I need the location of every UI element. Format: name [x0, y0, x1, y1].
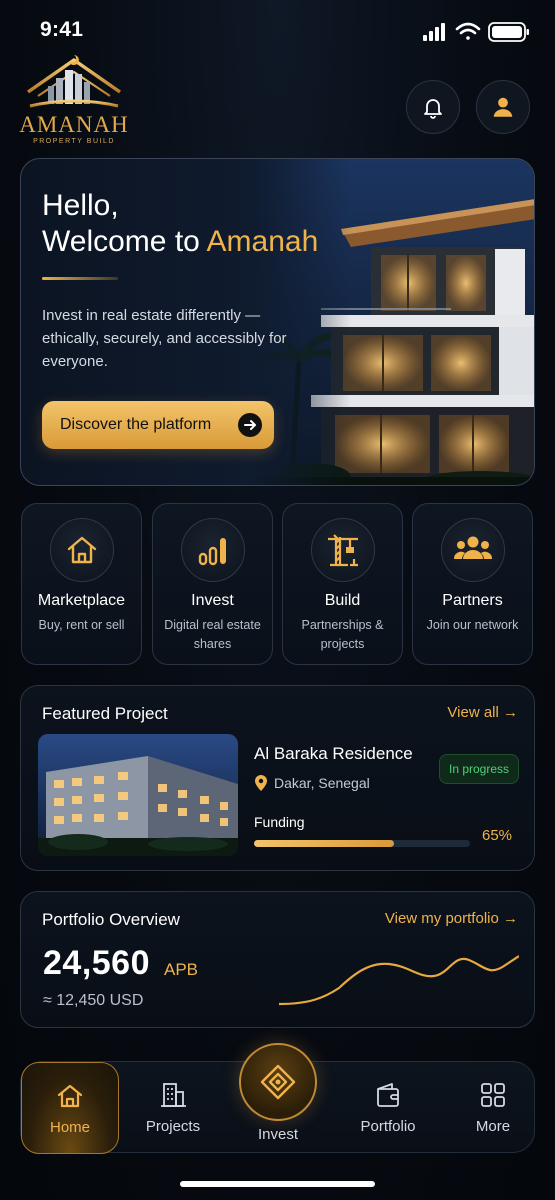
funding-progress-fill: [254, 840, 395, 847]
brand-logo[interactable]: AMANAH PROPERTY BUILD: [16, 52, 132, 148]
marketplace-title: Marketplace: [37, 592, 126, 609]
portfolio-heading: Portfolio Overview: [42, 910, 180, 929]
brand-name: AMANAH: [19, 112, 129, 137]
project-name: Al Baraka Residence: [254, 744, 413, 763]
house-icon: [50, 518, 114, 582]
build-card[interactable]: Build Partnerships & projects: [282, 503, 403, 665]
portfolio-usd: ≈ 12,450 USD: [43, 992, 144, 1009]
portfolio-value: 24,560: [43, 944, 150, 982]
location-pin-icon: [255, 775, 267, 791]
portfolio-unit: APB: [164, 960, 199, 979]
invest-card[interactable]: Invest Digital real estate shares: [152, 503, 273, 665]
app-screen: 9:41 AMANAH PROPERTY BUILD Hello, Welcom…: [0, 0, 555, 1200]
project-location-text: Dakar, Senegal: [274, 775, 370, 791]
featured-project-panel: Featured Project View all → Al Baraka Re…: [20, 685, 535, 871]
view-portfolio-link[interactable]: View my portfolio →: [385, 910, 518, 927]
nav-invest[interactable]: [239, 1043, 317, 1121]
hero-greeting: Hello,: [42, 189, 119, 222]
battery-icon: [488, 22, 529, 42]
hero-card: Hello, Welcome to Amanah Invest in real …: [20, 158, 535, 486]
marketplace-subtitle: Buy, rent or sell: [38, 618, 125, 632]
home-icon: [57, 1084, 83, 1108]
nav-portfolio-label: Portfolio: [360, 1118, 416, 1135]
logo-emblem: [27, 55, 121, 108]
portfolio-overview-panel: Portfolio Overview View my portfolio → 2…: [20, 891, 535, 1028]
partners-title: Partners: [442, 592, 503, 609]
hero-welcome-prefix: Welcome to: [42, 225, 207, 258]
nav-invest-label: Invest: [257, 1126, 299, 1143]
funding-progress-bar: [254, 840, 470, 847]
nav-projects-label: Projects: [145, 1118, 201, 1135]
brand-tagline: PROPERTY BUILD: [33, 138, 115, 145]
bottom-nav: Home Projects Invest Portfolio More: [20, 1043, 535, 1154]
hero-divider: [42, 277, 118, 280]
status-icons: [423, 22, 529, 42]
crane-icon: [311, 518, 375, 582]
discover-platform-label: Discover the platform: [60, 416, 212, 433]
status-badge: In progress: [439, 754, 519, 784]
profile-button[interactable]: [476, 80, 530, 134]
arrow-right-icon: [238, 413, 262, 437]
notifications-button[interactable]: [406, 80, 460, 134]
view-all-link[interactable]: View all →: [447, 704, 518, 721]
building-icon: [161, 1083, 186, 1107]
partners-subtitle: Join our network: [426, 618, 519, 632]
user-icon: [493, 97, 513, 117]
project-location: Dakar, Senegal: [254, 774, 370, 792]
invest-title: Invest: [191, 592, 234, 609]
nav-portfolio[interactable]: Portfolio: [348, 1062, 428, 1154]
marketplace-card[interactable]: Marketplace Buy, rent or sell: [21, 503, 142, 665]
nav-home-label: Home: [49, 1119, 90, 1136]
partners-card[interactable]: Partners Join our network: [412, 503, 533, 665]
hero-welcome-accent: Amanah: [206, 225, 319, 258]
home-indicator[interactable]: [180, 1181, 375, 1187]
build-title: Build: [324, 592, 361, 609]
bar-chart-icon: [181, 518, 245, 582]
featured-heading: Featured Project: [42, 704, 168, 723]
portfolio-sparkline: [279, 955, 519, 1006]
project-image[interactable]: [38, 734, 238, 856]
nav-more-label: More: [475, 1118, 511, 1135]
funding-label: Funding: [254, 814, 305, 830]
build-subtitle: Partnerships & projects: [301, 618, 384, 651]
funding-percent: 65%: [482, 827, 513, 844]
invest-diamond-icon: [260, 1064, 296, 1100]
bell-icon: [424, 99, 442, 119]
wifi-icon: [455, 22, 481, 40]
signal-icon: [423, 23, 445, 41]
wallet-icon: [377, 1083, 399, 1107]
nav-projects[interactable]: Projects: [133, 1062, 213, 1154]
house-illustration: [251, 159, 534, 485]
status-time: 9:41: [40, 18, 84, 41]
nav-home[interactable]: Home: [21, 1062, 119, 1154]
grid-icon: [481, 1083, 505, 1107]
hero-description: Invest in real estate differently — ethi…: [42, 307, 287, 370]
hero-welcome: Welcome to Amanah: [42, 223, 318, 261]
people-icon: [441, 518, 505, 582]
invest-subtitle: Digital real estate shares: [164, 618, 261, 651]
discover-platform-button[interactable]: Discover the platform: [42, 401, 274, 449]
nav-more[interactable]: More: [453, 1062, 533, 1154]
